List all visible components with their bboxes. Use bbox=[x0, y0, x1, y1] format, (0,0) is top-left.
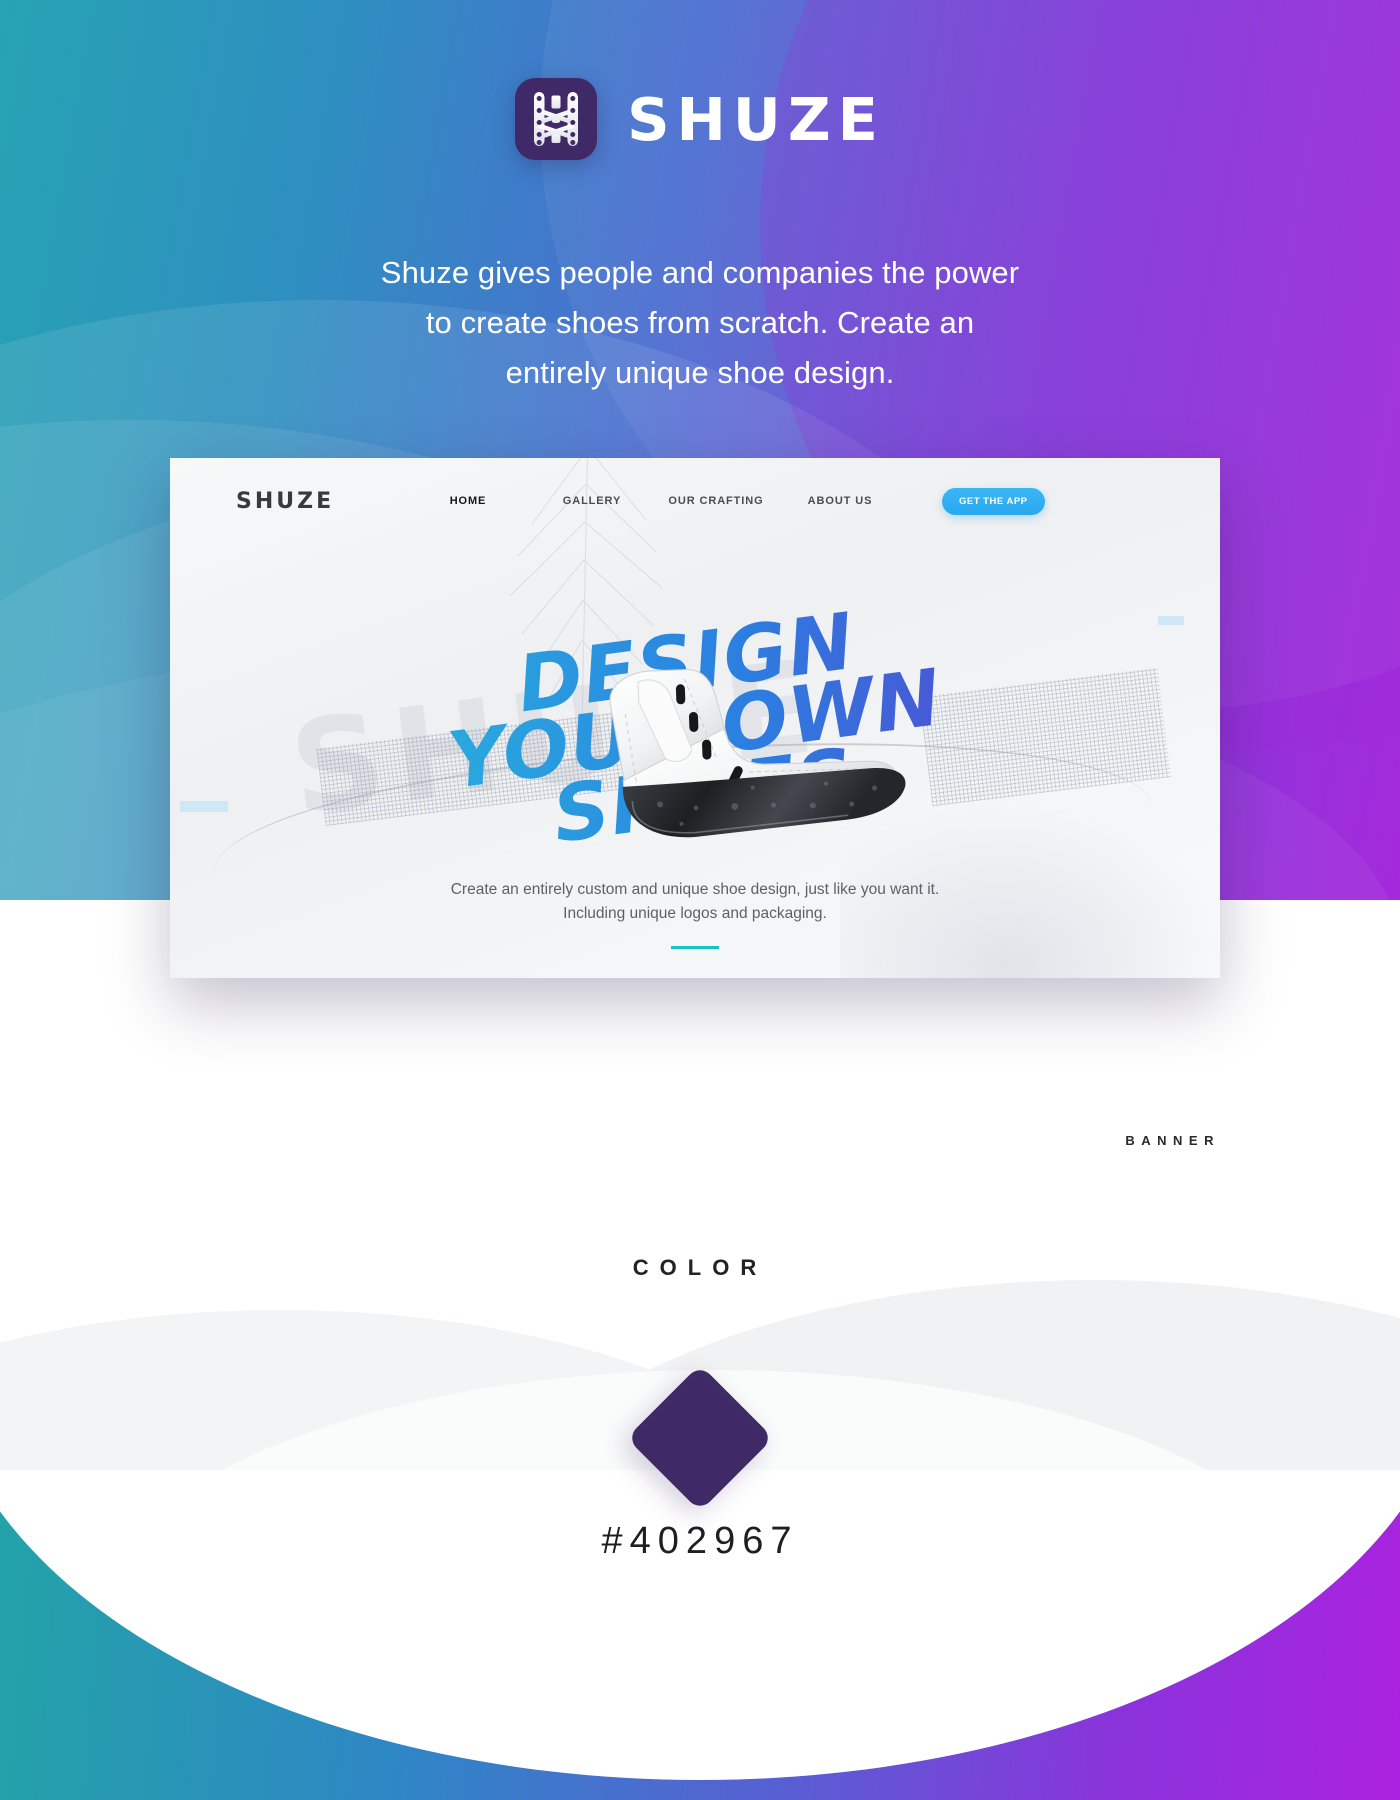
nav-item-gallery[interactable]: GALLERY bbox=[530, 495, 654, 507]
color-hex-value: #402967 bbox=[601, 1520, 799, 1562]
mockup-nav-links: HOME GALLERY OUR CRAFTING ABOUT US bbox=[406, 495, 902, 507]
lower-white-section bbox=[0, 900, 1400, 1800]
color-section-label: COLOR bbox=[632, 1255, 768, 1280]
get-the-app-button[interactable]: GET THE APP bbox=[942, 487, 1045, 515]
tagline-line-1: Shuze gives people and companies the pow… bbox=[380, 255, 1020, 290]
nav-item-our-crafting[interactable]: OUR CRAFTING bbox=[654, 495, 778, 507]
brand-logo-lockup: SHUZE bbox=[0, 78, 1400, 160]
blue-chip-2 bbox=[180, 801, 228, 812]
blue-chip-1 bbox=[1158, 616, 1184, 625]
mockup-hero: SHUZE DESIGN YOUR OWN SHOES bbox=[170, 534, 1220, 872]
sneaker-product-image bbox=[609, 668, 906, 838]
nav-item-home[interactable]: HOME bbox=[406, 495, 530, 507]
shoelace-icon bbox=[515, 78, 598, 160]
subtitle-line-1: Create an entirely custom and unique sho… bbox=[450, 881, 940, 898]
subtitle-line-2: Including unique logos and packaging. bbox=[563, 905, 827, 923]
nav-item-about-us[interactable]: ABOUT US bbox=[778, 495, 902, 507]
bottom-white-arc bbox=[0, 1470, 1400, 1780]
tagline-line-2: to create shoes from scratch. Create an bbox=[425, 305, 975, 341]
color-swatch-wrapper bbox=[626, 1364, 774, 1512]
banner-section-label: BANNER bbox=[1125, 1133, 1220, 1148]
brand-wordmark: SHUZE bbox=[627, 84, 885, 154]
mockup-logo[interactable]: SHUZE bbox=[236, 489, 356, 514]
brand-tagline: Shuze gives people and companies the pow… bbox=[0, 248, 1400, 399]
website-banner-mockup: SHUZE HOME GALLERY OUR CRAFTING ABOUT US… bbox=[170, 458, 1220, 978]
teal-divider bbox=[671, 946, 719, 949]
color-swatch-diamond bbox=[626, 1364, 774, 1512]
mockup-navbar: SHUZE HOME GALLERY OUR CRAFTING ABOUT US… bbox=[170, 458, 1220, 544]
tagline-line-3: entirely unique shoe design. bbox=[505, 355, 895, 391]
mockup-subtitle: Create an entirely custom and unique sho… bbox=[170, 878, 1220, 926]
